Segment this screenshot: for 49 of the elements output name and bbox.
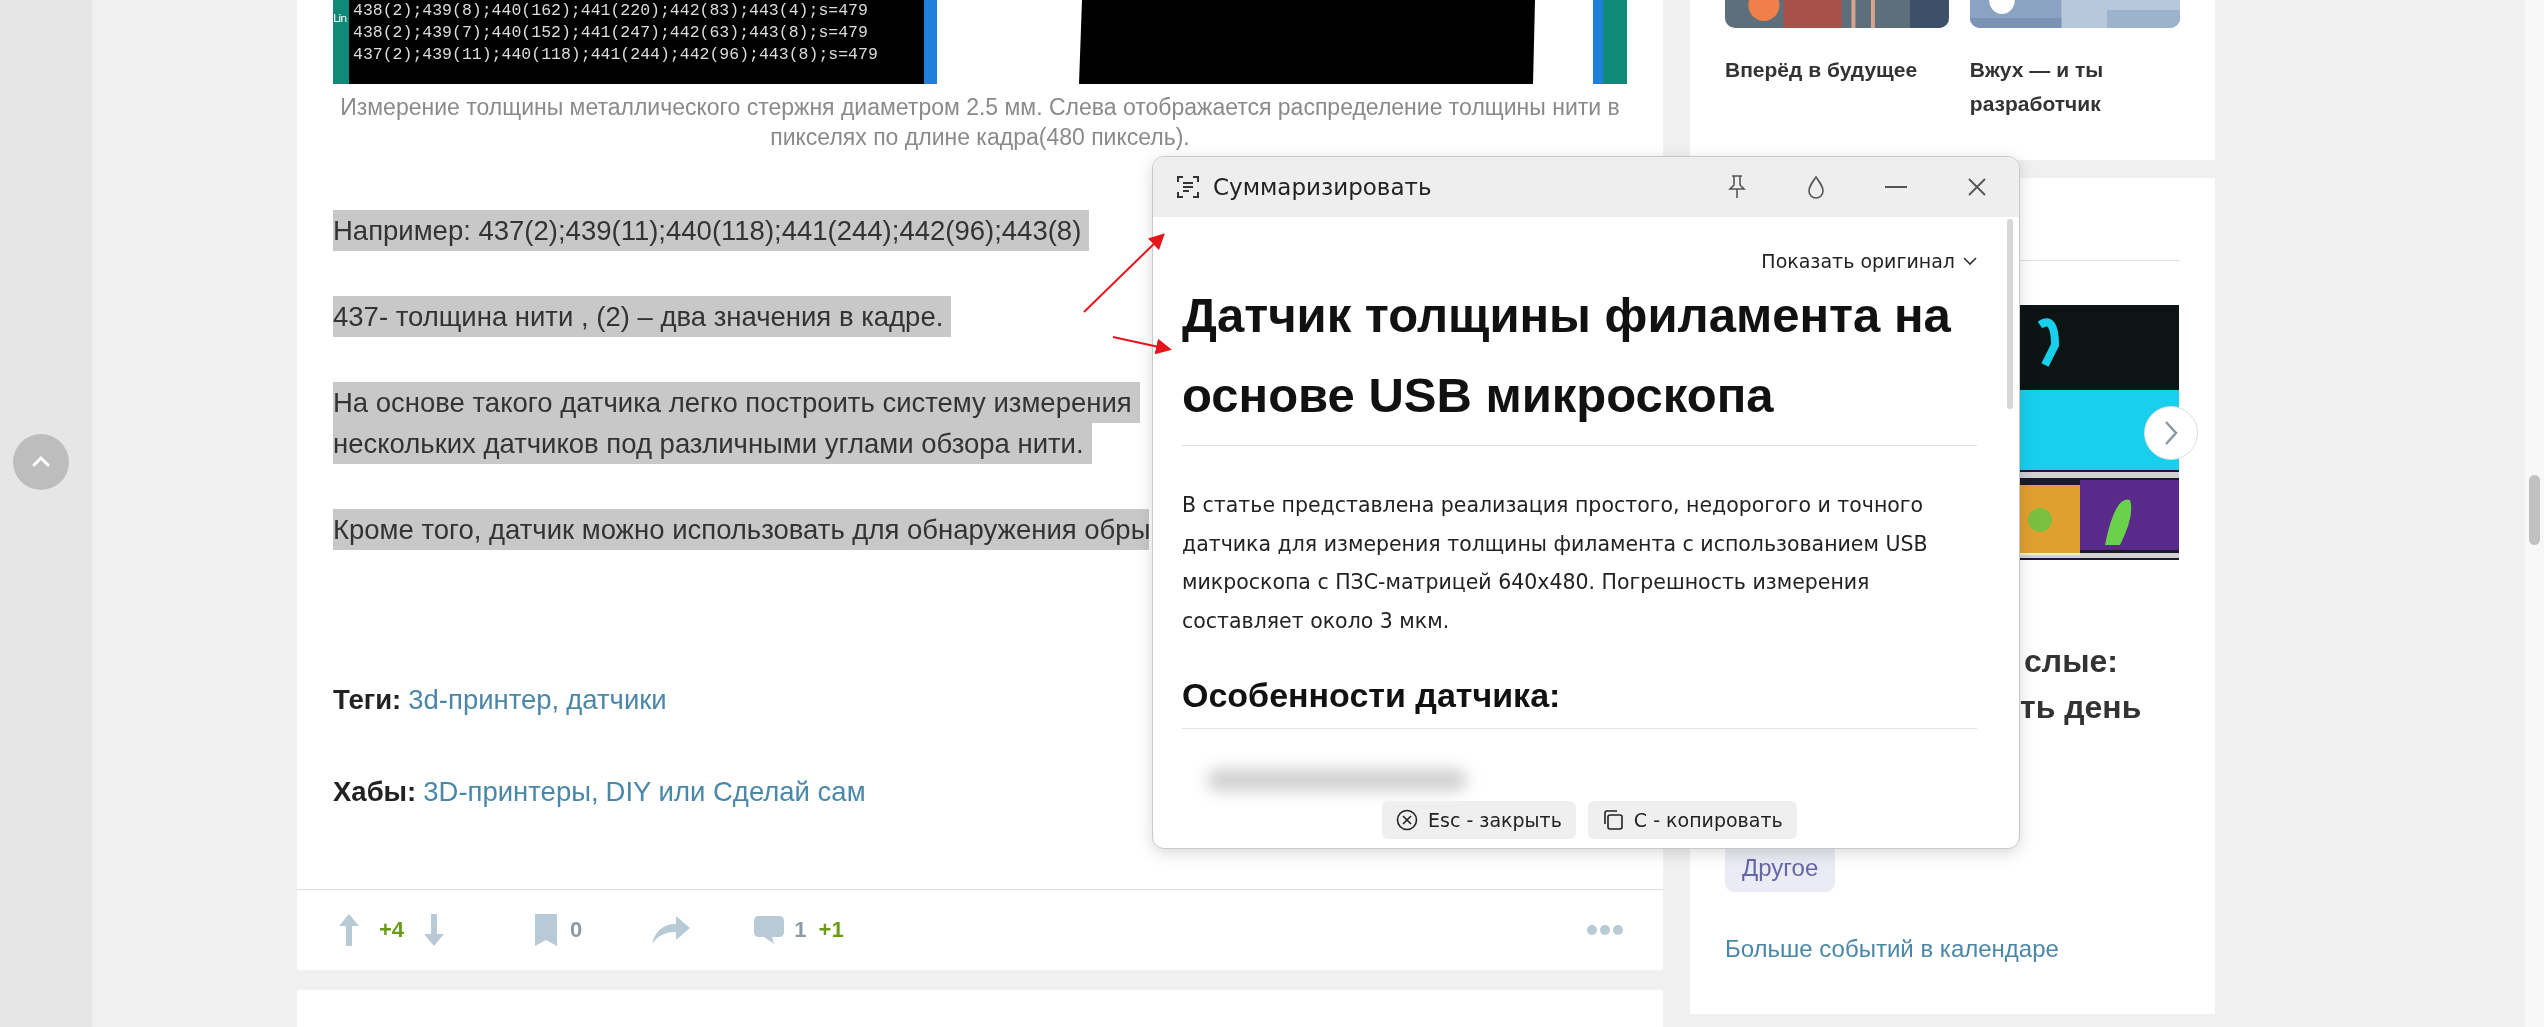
terminal-output: 438(2);439(8);440(162);441(220);442(83);443(4);s=479 438(2);439(7);440(152);441(247);442(63);443(8);s=479 437(2);439(11);440(118);441(244);442(96);443(8);s=479 — [349, 0, 924, 84]
bookmark-icon[interactable] — [534, 914, 559, 946]
upvote-icon[interactable] — [337, 914, 361, 946]
pin-icon[interactable] — [1727, 175, 1747, 199]
close-icon[interactable] — [1967, 177, 1987, 197]
more-icon[interactable] — [1587, 925, 1623, 935]
shortcut-button[interactable]: С - копировать — [1587, 801, 1797, 839]
hubs-label: Хабы: — [333, 775, 417, 809]
highlighted-paragraph: 437- толщина нити , (2) – два значения в кадре. — [333, 296, 952, 337]
more-events-link[interactable]: Больше событий в календаре — [1725, 932, 2059, 966]
summary-text: В статье представлена реализация простого, недорогого и точного датчика для измерения толщины филамента с использованием USB микроскопа с ПЗС-матрицей 640x480. Погрешность измерения составляет около 3 мкм. — [1182, 492, 1929, 635]
scrollbar-thumb[interactable] — [2529, 475, 2540, 545]
page-scrollbar[interactable] — [2525, 0, 2544, 1027]
tag-link[interactable]: датчики — [566, 683, 667, 717]
new-comments-count: +1 — [818, 917, 844, 943]
show-original-button[interactable]: Показать оригинал — [1761, 247, 1955, 275]
scroll-up-button[interactable] — [13, 434, 69, 490]
tag-link[interactable]: 3d-принтер, — [408, 683, 560, 717]
summary-icon — [1177, 176, 1199, 198]
summary-heading: Датчик толщины филамента на основе USB микроскопа — [1182, 287, 1952, 424]
article-title[interactable]: Вперёд в будущее — [1725, 53, 1949, 87]
highlighted-paragraph: Кроме того, датчик можно использовать для обнаружения обры — [333, 509, 1149, 550]
popup-title: Суммаризировать — [1213, 174, 1432, 200]
chevron-down-icon[interactable] — [1963, 256, 1977, 266]
chevron-right-icon — [2162, 419, 2180, 447]
image-caption: Измерение толщины металлического стержня диаметром 2.5 мм. Слева отображается распределение толщины нити в пикселях по длине кадра(480 пиксель). — [339, 93, 1621, 152]
close-circle-icon — [1396, 809, 1418, 831]
share-icon[interactable] — [652, 916, 691, 944]
hub-link[interactable]: 3D-принтеры, — [423, 775, 599, 809]
copy-icon — [1601, 809, 1624, 831]
window-tab-label: Lin — [333, 12, 348, 25]
event-title-fragment[interactable]: слые: — [2020, 638, 2142, 684]
article-title[interactable]: Вжух — и ты разработчик — [1969, 53, 2180, 121]
downvote-icon[interactable] — [422, 914, 447, 946]
highlighted-paragraph: На основе такого датчика легко построить систему измерения нескольких датчиков под различными углами обзора нити. — [333, 382, 1140, 464]
tags-label: Теги: — [333, 683, 402, 717]
popup-scrollbar[interactable] — [2007, 219, 2013, 409]
comment-icon[interactable] — [754, 916, 785, 944]
summary-subheading: Особенности датчика: — [1182, 675, 1562, 716]
highlighted-paragraph: Например: 437(2);439(11);440(118);441(244);442(96);443(8) — [333, 210, 1090, 251]
annotation-arrow — [1112, 336, 1172, 355]
bookmark-count: 0 — [570, 917, 583, 943]
score: +4 — [379, 917, 405, 943]
drop-icon[interactable] — [1807, 175, 1825, 199]
shortcut-button[interactable]: Esc - закрыть — [1382, 801, 1576, 839]
comment-count: 1 — [794, 917, 807, 943]
hub-link[interactable]: DIY или Сделай сам — [605, 775, 866, 809]
event-title-fragment[interactable]: ть день — [2020, 684, 2142, 730]
minimize-icon[interactable] — [1885, 185, 1907, 189]
